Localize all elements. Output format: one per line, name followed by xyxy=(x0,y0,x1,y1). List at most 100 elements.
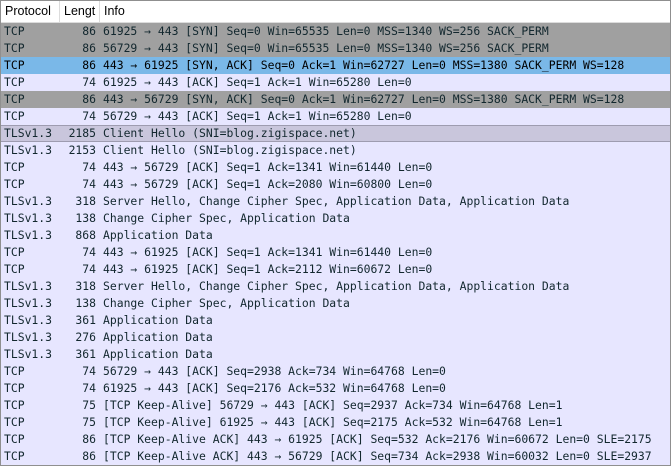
packet-row[interactable]: TCP 86 443 → 61925 [SYN, ACK] Seq=0 Ack=1 … xyxy=(1,57,670,74)
packet-protocol: TCP xyxy=(4,432,25,446)
packet-info: Server Hello, Change Cipher Spec, Applic… xyxy=(103,194,570,208)
packet-row[interactable]: TCP 74 443 → 61925 [ACK] Seq=1 Ack=2112 Wi… xyxy=(1,261,670,278)
packet-info: Change Cipher Spec, Application Data xyxy=(103,296,350,310)
column-header-protocol[interactable]: Protocol xyxy=(1,1,60,22)
packet-length: 86 xyxy=(82,449,96,463)
packet-protocol: TCP xyxy=(4,364,25,378)
packet-length: 86 xyxy=(82,432,96,446)
packet-info: Server Hello, Change Cipher Spec, Applic… xyxy=(103,279,570,293)
packet-protocol: TLSv1.3 xyxy=(4,211,53,225)
packet-info: 56729 → 443 [SYN] Seq=0 Win=65535 Len=0 … xyxy=(103,41,549,55)
packet-info: 61925 → 443 [ACK] Seq=1 Ack=1 Win=65280 … xyxy=(103,75,412,89)
packet-protocol: TCP xyxy=(4,109,25,123)
packet-protocol: TLSv1.3 xyxy=(4,126,53,140)
packet-length: 138 xyxy=(75,296,96,310)
packet-length: 318 xyxy=(75,279,96,293)
packet-protocol: TCP xyxy=(4,177,25,191)
packet-row[interactable]: TCP 86 [TCP Keep-Alive ACK] 443 → 56729 [A… xyxy=(1,448,670,465)
packet-protocol: TLSv1.3 xyxy=(4,143,53,157)
packet-length: 74 xyxy=(82,109,96,123)
packet-row[interactable]: TCP 74 61925 → 443 [ACK] Seq=1 Ack=1 Win=6… xyxy=(1,74,670,91)
packet-list[interactable]: Protocol Lengt Info TCP 86 61925 → 443 [SY… xyxy=(0,0,671,466)
packet-info: 61925 → 443 [SYN] Seq=0 Win=65535 Len=0 … xyxy=(103,24,549,38)
packet-info: 443 → 61925 [ACK] Seq=1 Ack=2112 Win=606… xyxy=(103,262,433,276)
packet-row[interactable]: TCP 86 [TCP Keep-Alive ACK] 443 → 61925 [A… xyxy=(1,431,670,448)
packet-info: Application Data xyxy=(103,347,213,361)
packet-row[interactable]: TLSv1.3 868 Application Data xyxy=(1,227,670,244)
packet-length: 361 xyxy=(75,313,96,327)
packet-row[interactable]: TLSv1.3 361 Application Data xyxy=(1,312,670,329)
packet-row[interactable]: TCP 74 443 → 56729 [ACK] Seq=1 Ack=1341 Wi… xyxy=(1,159,670,176)
packet-protocol: TLSv1.3 xyxy=(4,313,53,327)
packet-length: 75 xyxy=(82,398,96,412)
packet-info: Client Hello (SNI=blog.zigispace.net) xyxy=(103,143,357,157)
packet-protocol: TLSv1.3 xyxy=(4,279,53,293)
packet-row[interactable]: TCP 74 61925 → 443 [ACK] Seq=2176 Ack=532 … xyxy=(1,380,670,397)
packet-length: 74 xyxy=(82,177,96,191)
packet-info: 443 → 61925 [ACK] Seq=1 Ack=1341 Win=614… xyxy=(103,245,433,259)
packet-row[interactable]: TCP 75 [TCP Keep-Alive] 56729 → 443 [ACK] … xyxy=(1,397,670,414)
packet-row[interactable]: TLSv1.3 138 Change Cipher Spec, Applicatio… xyxy=(1,295,670,312)
packet-length: 361 xyxy=(75,347,96,361)
packet-length: 75 xyxy=(82,415,96,429)
packet-row[interactable]: TLSv1.3 361 Application Data xyxy=(1,346,670,363)
packet-info: [TCP Keep-Alive ACK] 443 → 56729 [ACK] S… xyxy=(103,449,652,463)
packet-protocol: TCP xyxy=(4,245,25,259)
packet-protocol: TLSv1.3 xyxy=(4,330,53,344)
packet-info: Application Data xyxy=(103,228,213,242)
packet-length: 276 xyxy=(75,330,96,344)
packet-length: 868 xyxy=(75,228,96,242)
packet-row[interactable]: TLSv1.3 138 Change Cipher Spec, Applicatio… xyxy=(1,210,670,227)
packet-protocol: TCP xyxy=(4,75,25,89)
packet-row[interactable]: TLSv1.3 2153 Client Hello (SNI=blog.zigisp… xyxy=(1,142,670,159)
packet-row[interactable]: TCP 86 61925 → 443 [SYN] Seq=0 Win=65535 L… xyxy=(1,23,670,40)
packet-row[interactable]: TLSv1.3 318 Server Hello, Change Cipher Sp… xyxy=(1,193,670,210)
packet-row[interactable]: TCP 86 56729 → 443 [SYN] Seq=0 Win=65535 L… xyxy=(1,40,670,57)
packet-info: [TCP Keep-Alive] 56729 → 443 [ACK] Seq=2… xyxy=(103,398,563,412)
packet-info: 443 → 56729 [ACK] Seq=1 Ack=1341 Win=614… xyxy=(103,160,433,174)
packet-protocol: TCP xyxy=(4,41,25,55)
column-header: Protocol Lengt Info xyxy=(1,1,670,23)
packet-info: [TCP Keep-Alive ACK] 443 → 61925 [ACK] S… xyxy=(103,432,652,446)
column-header-info[interactable]: Info xyxy=(100,1,670,22)
packet-length: 2153 xyxy=(68,143,96,157)
packet-row[interactable]: TCP 86 443 → 56729 [SYN, ACK] Seq=0 Ack=1 … xyxy=(1,91,670,108)
packet-length: 2185 xyxy=(68,126,96,140)
packet-row[interactable]: TCP 74 56729 → 443 [ACK] Seq=2938 Ack=734 … xyxy=(1,363,670,380)
packet-protocol: TCP xyxy=(4,449,25,463)
packet-rows: TCP 86 61925 → 443 [SYN] Seq=0 Win=65535 L… xyxy=(1,23,670,465)
packet-info: 61925 → 443 [ACK] Seq=2176 Ack=532 Win=6… xyxy=(103,381,446,395)
packet-info: 443 → 56729 [SYN, ACK] Seq=0 Ack=1 Win=6… xyxy=(103,92,625,106)
packet-length: 74 xyxy=(82,364,96,378)
packet-info: 443 → 61925 [SYN, ACK] Seq=0 Ack=1 Win=6… xyxy=(103,58,625,72)
packet-info: 443 → 56729 [ACK] Seq=1 Ack=2080 Win=608… xyxy=(103,177,433,191)
packet-row[interactable]: TCP 74 443 → 61925 [ACK] Seq=1 Ack=1341 Wi… xyxy=(1,244,670,261)
packet-protocol: TCP xyxy=(4,381,25,395)
packet-row[interactable]: TCP 74 56729 → 443 [ACK] Seq=1 Ack=1 Win=6… xyxy=(1,108,670,125)
packet-protocol: TCP xyxy=(4,160,25,174)
packet-row[interactable]: TCP 75 [TCP Keep-Alive] 61925 → 443 [ACK] … xyxy=(1,414,670,431)
packet-length: 74 xyxy=(82,262,96,276)
packet-protocol: TLSv1.3 xyxy=(4,347,53,361)
packet-protocol: TLSv1.3 xyxy=(4,228,53,242)
packet-protocol: TCP xyxy=(4,398,25,412)
packet-length: 86 xyxy=(82,24,96,38)
packet-row[interactable]: TCP 74 443 → 56729 [ACK] Seq=1 Ack=2080 Wi… xyxy=(1,176,670,193)
packet-info: Client Hello (SNI=blog.zigispace.net) xyxy=(103,126,357,140)
packet-length: 86 xyxy=(82,41,96,55)
packet-protocol: TCP xyxy=(4,262,25,276)
packet-length: 86 xyxy=(82,58,96,72)
packet-row[interactable]: TLSv1.3 276 Application Data xyxy=(1,329,670,346)
column-header-length[interactable]: Lengt xyxy=(60,1,100,22)
packet-protocol: TCP xyxy=(4,58,25,72)
packet-length: 318 xyxy=(75,194,96,208)
packet-protocol: TLSv1.3 xyxy=(4,194,53,208)
packet-row[interactable]: TLSv1.3 318 Server Hello, Change Cipher Sp… xyxy=(1,278,670,295)
packet-row[interactable]: TLSv1.3 2185 Client Hello (SNI=blog.zigisp… xyxy=(1,125,670,142)
packet-info: Application Data xyxy=(103,330,213,344)
packet-info: Application Data xyxy=(103,313,213,327)
packet-length: 74 xyxy=(82,160,96,174)
packet-protocol: TLSv1.3 xyxy=(4,296,53,310)
packet-protocol: TCP xyxy=(4,415,25,429)
packet-length: 138 xyxy=(75,211,96,225)
